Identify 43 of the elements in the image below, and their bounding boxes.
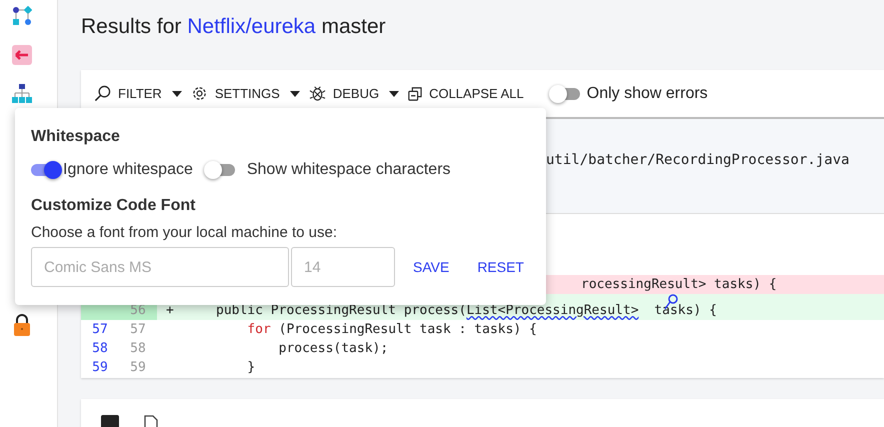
code-line: for (ProcessingResult task : tasks) {	[246, 322, 537, 337]
line-number: 59	[92, 360, 108, 375]
repo-link[interactable]: Netflix/eureka	[187, 15, 316, 38]
settings-icon	[190, 85, 208, 102]
branch-name: master	[321, 15, 386, 38]
toggle-label: Ignore whitespace	[63, 161, 193, 179]
toggle-label: Show whitespace characters	[246, 161, 451, 179]
line-number: 58	[92, 341, 108, 356]
search-icon	[94, 85, 111, 102]
bug-icon	[308, 85, 326, 102]
font-field[interactable]: Comic Sans MS	[31, 247, 289, 287]
whitespace-toggle[interactable]	[206, 164, 235, 176]
only-errors-toggle[interactable]	[552, 88, 580, 100]
line-number: 58	[130, 341, 146, 356]
toolbar-menu-button[interactable]: FILTER	[94, 85, 162, 102]
code-line: rocessingResult> tasks) {	[580, 277, 777, 292]
line-number: 59	[130, 360, 146, 375]
code-line: }	[246, 360, 256, 375]
line-number: 57	[130, 322, 146, 337]
hierarchy-icon[interactable]	[12, 84, 32, 104]
section-title: Customize Code Font	[31, 197, 196, 215]
lock-icon[interactable]	[12, 314, 30, 336]
whitespace-toggle[interactable]	[31, 164, 59, 176]
page-title: Results for	[81, 15, 182, 38]
section-title: Whitespace	[31, 128, 121, 146]
font-hint: Choose a font from your local machine to use:	[31, 224, 338, 241]
collapse-icon	[408, 86, 422, 100]
toolbar-menu-button[interactable]: SETTINGS	[190, 85, 280, 102]
file-path: util/batcher/RecordingProcessor.java	[546, 152, 850, 168]
text-button[interactable]: RESET	[477, 259, 524, 275]
caret-icon[interactable]	[389, 90, 400, 96]
collapse-all-button[interactable]: COLLAPSE ALL	[408, 86, 524, 101]
font-size-field[interactable]: 14	[291, 247, 395, 287]
toolbar-menu-button[interactable]: DEBUG	[308, 85, 380, 102]
code-line: process(task);	[278, 341, 388, 356]
caret-icon[interactable]	[172, 90, 182, 96]
caret-icon[interactable]	[290, 90, 300, 96]
line-number: 57	[92, 322, 108, 337]
code-line: public ProcessingResult process(List<ProcessingResult> tasks) {	[216, 303, 717, 318]
toggle-label: Only show errors	[586, 84, 708, 102]
text-button[interactable]: SAVE	[413, 259, 450, 275]
diff-sign: +	[166, 303, 174, 318]
flow-diagram-icon[interactable]	[12, 6, 32, 26]
